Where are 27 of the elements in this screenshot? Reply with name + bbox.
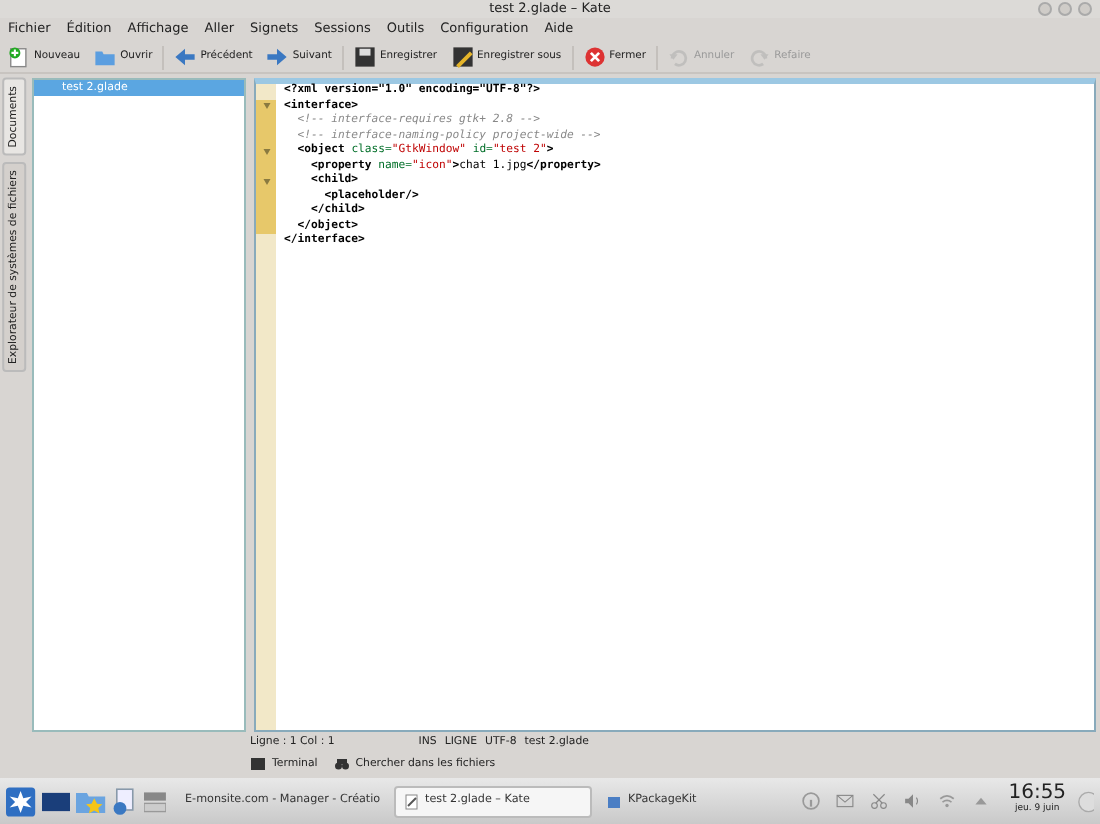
- close-icon[interactable]: [1078, 2, 1092, 16]
- close-icon: [583, 46, 606, 68]
- speaker-icon[interactable]: [904, 792, 923, 810]
- launcher-icon: [6, 785, 36, 817]
- redo-arrow-icon: [748, 46, 771, 68]
- fold-marker-icon[interactable]: [261, 102, 271, 111]
- envelope-icon[interactable]: [836, 792, 855, 810]
- document-globe-icon: [111, 785, 138, 817]
- pencil-disk-icon: [451, 46, 474, 68]
- fold-marker-icon[interactable]: [261, 147, 271, 156]
- left-arrow-icon: [174, 46, 197, 68]
- fold-marker-icon[interactable]: [261, 177, 271, 186]
- clock-time: 16:55: [1008, 784, 1067, 805]
- undo-arrow-icon: [667, 46, 690, 68]
- scissors-icon[interactable]: [870, 792, 889, 810]
- maximize-icon[interactable]: [1058, 2, 1072, 16]
- minimize-icon[interactable]: [1038, 2, 1052, 16]
- wifi-icon[interactable]: [938, 792, 957, 810]
- pencil-page-icon: [403, 793, 420, 809]
- right-arrow-icon: [266, 46, 289, 68]
- info-icon[interactable]: [802, 792, 821, 810]
- binoculars-icon: [333, 756, 350, 773]
- page-plus-icon: [8, 46, 30, 68]
- up-triangle-icon[interactable]: [972, 792, 991, 810]
- folder-icon: [94, 46, 117, 68]
- editor-panel[interactable]: [254, 78, 1096, 732]
- terminal-icon: [250, 756, 266, 773]
